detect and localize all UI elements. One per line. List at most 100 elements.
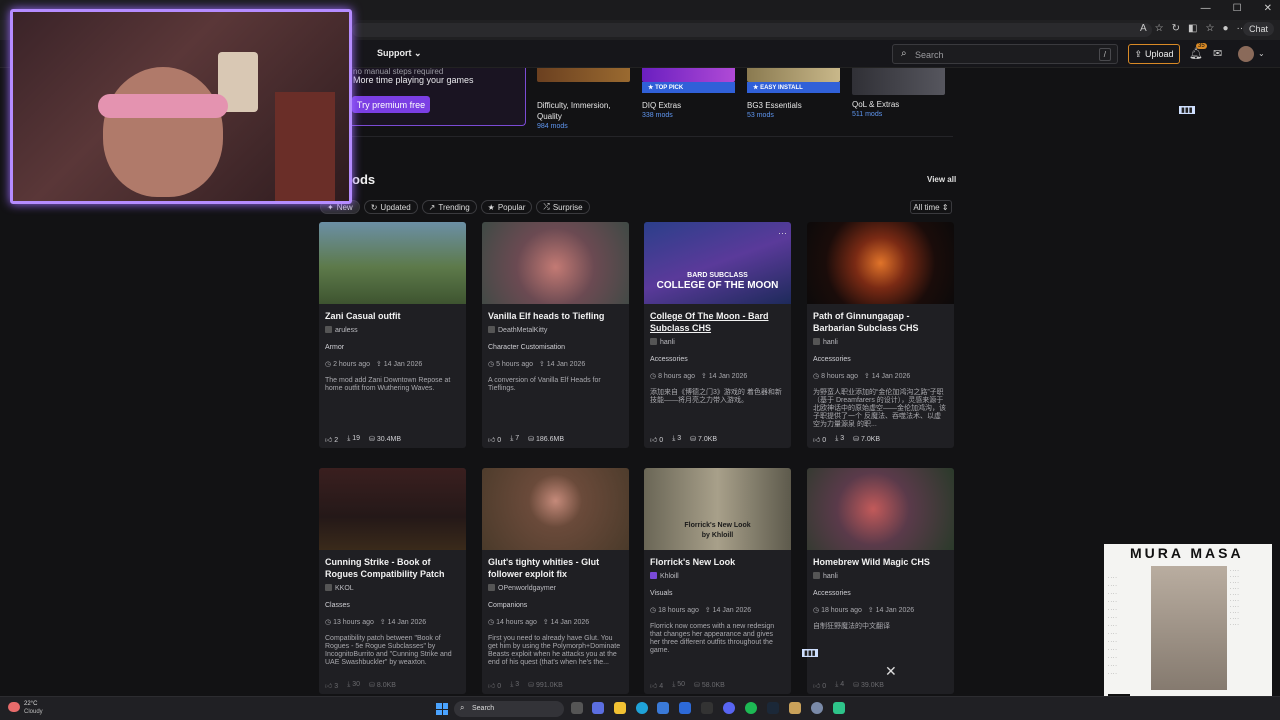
refresh-icon[interactable]: ↻ <box>1172 23 1180 34</box>
store-app-icon[interactable] <box>657 702 669 714</box>
mod-thumbnail[interactable] <box>482 222 629 304</box>
chevron-down-icon[interactable]: ⌄ <box>1258 49 1265 58</box>
mod-card[interactable]: Path of Ginnungagap - Barbarian Subclass… <box>807 222 954 448</box>
mod-card[interactable]: Vanilla Elf heads to Tiefling DeathMetal… <box>482 222 629 448</box>
mod-card[interactable]: BARD SUBCLASS COLLEGE OF THE MOON ··· Co… <box>644 222 791 448</box>
avatar[interactable] <box>1238 46 1254 62</box>
task-view-icon[interactable] <box>571 702 583 714</box>
mod-card[interactable]: Cunning Strike - Book of Rogues Compatib… <box>319 468 466 694</box>
file-size-icon: ⛁ <box>853 682 860 689</box>
mod-thumbnail[interactable] <box>807 468 954 550</box>
favorites-icon[interactable]: ☆ <box>1205 23 1214 34</box>
mod-title[interactable]: College Of The Moon - Bard Subclass CHS <box>650 310 786 334</box>
download-icon: ⤓ <box>672 435 676 442</box>
time-range-select[interactable]: All time ⇕ <box>910 200 952 214</box>
filter-pills: ✦ New ↻ Updated ↗ Trending ★ Popular ⤮ Surpri… <box>320 200 590 214</box>
filter-popular[interactable]: ★ Popular <box>480 200 533 214</box>
favorite-star-icon[interactable]: ☆ <box>1155 23 1164 34</box>
trending-icon: ↗ <box>428 202 436 212</box>
user-icon <box>650 572 657 579</box>
nav-support[interactable]: Support ⌄ <box>377 48 422 59</box>
upload-button[interactable]: ⇪ Upload <box>1128 44 1180 64</box>
ad-marker: ▮▮▮ <box>802 649 818 657</box>
more-options-icon[interactable]: ··· <box>778 228 787 238</box>
mod-category: Character Customisation <box>488 344 566 351</box>
mod-meta: ◷ 5 hours ago ⇪ 14 Jan 2026 <box>488 361 586 368</box>
mod-author[interactable]: OPenworldgaymer <box>488 584 556 592</box>
search-icon: ⌕ <box>901 48 907 59</box>
mod-author[interactable]: KKOL <box>325 584 354 592</box>
copilot-chat-button[interactable]: Chat <box>1242 22 1274 36</box>
mod-card[interactable]: Zani Casual outfit aruless Armor ◷ 2 hou… <box>319 222 466 448</box>
copilot-app-icon[interactable] <box>592 702 604 714</box>
mod-author[interactable]: Khloill <box>650 572 679 580</box>
collection-card[interactable]: QoL & Extras 511 mods <box>852 68 945 118</box>
mod-title[interactable]: Zani Casual outfit <box>325 310 461 322</box>
mod-author[interactable]: hanli <box>813 572 838 580</box>
minimize-icon[interactable]: — <box>1201 3 1211 14</box>
webcam-headband <box>98 94 228 118</box>
notification-count: 35 <box>1196 43 1207 49</box>
mod-card[interactable]: Glut's tighty whities - Glut follower ex… <box>482 468 629 694</box>
user-icon <box>325 584 332 591</box>
windows-start-icon[interactable] <box>436 703 448 715</box>
close-window-icon[interactable]: ✕ <box>1264 3 1272 14</box>
filter-updated[interactable]: ↻ Updated <box>363 200 418 214</box>
mod-thumbnail[interactable] <box>482 468 629 550</box>
mod-meta: ◷ 14 hours ago ⇪ 14 Jan 2026 <box>488 619 590 626</box>
search-placeholder: Search <box>915 50 944 60</box>
app-icon[interactable] <box>701 702 713 714</box>
settings-app-icon[interactable] <box>811 702 823 714</box>
mod-author[interactable]: hanli <box>813 338 838 346</box>
app-icon[interactable] <box>833 702 845 714</box>
maximize-icon[interactable]: ☐ <box>1233 3 1242 14</box>
collection-title: BG3 Essentials <box>747 101 802 110</box>
game-launcher-icon[interactable] <box>789 702 801 714</box>
collection-card[interactable]: ★ TOP PICK DIQ Extras 338 mods <box>642 68 735 119</box>
mod-title[interactable]: Vanilla Elf heads to Tiefling <box>488 310 624 322</box>
mod-author[interactable]: DeathMetalKitty <box>488 326 547 334</box>
album-text-right: · · · · · · · · · · · · · · · · · · · · · · ·… <box>1230 568 1239 627</box>
view-all-link[interactable]: View all <box>927 175 956 184</box>
close-icon[interactable]: ✕ <box>885 663 897 680</box>
mod-author[interactable]: aruless <box>325 326 358 334</box>
collection-card[interactable]: ★ EASY INSTALL BG3 Essentials 53 mods <box>747 68 840 119</box>
mod-description: 添加来自《博德之门3》游戏的 着色器和新技能——将月亮之力带入游戏。 <box>650 389 782 404</box>
mod-thumbnail[interactable] <box>644 222 791 304</box>
mod-author[interactable]: hanli <box>650 338 675 346</box>
mod-title[interactable]: Florrick's New Look <box>650 556 786 568</box>
mod-title[interactable]: Homebrew Wild Magic CHS <box>813 556 949 568</box>
mod-title[interactable]: Glut's tighty whities - Glut follower ex… <box>488 556 624 580</box>
filter-surprise[interactable]: ⤮ Surprise <box>536 200 590 214</box>
read-aloud-icon[interactable]: A <box>1140 23 1147 34</box>
steam-icon[interactable] <box>767 702 779 714</box>
mod-title[interactable]: Path of Ginnungagap - Barbarian Subclass… <box>813 310 949 334</box>
mail-app-icon[interactable] <box>679 702 691 714</box>
profile-icon[interactable]: ● <box>1222 23 1228 34</box>
mod-description: The mod add Zani Downtown Repose at home… <box>325 377 451 392</box>
premium-line2: More time playing your games <box>353 75 474 85</box>
clock-icon: ◷ <box>650 607 657 614</box>
file-size-icon: ⛁ <box>369 682 375 689</box>
mod-title[interactable]: Cunning Strike - Book of Rogues Compatib… <box>325 556 461 580</box>
spotify-icon[interactable] <box>745 702 757 714</box>
mod-meta: ◷ 13 hours ago ⇪ 14 Jan 2026 <box>325 619 427 626</box>
mod-description: First you need to already have Glut. You… <box>488 635 621 666</box>
collection-card[interactable]: Difficulty, Immersion, Quality 984 mods <box>537 68 630 130</box>
discord-icon[interactable] <box>723 702 735 714</box>
search-input[interactable]: ⌕ Search / <box>892 44 1118 64</box>
taskbar-search[interactable]: ⌕ Search <box>454 701 564 717</box>
thumbs-up-icon: 👍︎ <box>325 683 333 690</box>
url-field[interactable] <box>352 23 1152 37</box>
edge-browser-icon[interactable] <box>636 702 648 714</box>
filter-trending[interactable]: ↗ Trending <box>421 200 477 214</box>
mod-thumbnail[interactable] <box>319 468 466 550</box>
mod-card[interactable]: Florrick's New Look by Khloill Florrick'… <box>644 468 791 694</box>
file-explorer-icon[interactable] <box>614 702 626 714</box>
mod-thumbnail[interactable] <box>319 222 466 304</box>
try-premium-button[interactable]: Try premium free <box>352 96 430 113</box>
mod-card[interactable]: Homebrew Wild Magic CHS hanli Accessorie… <box>807 468 954 694</box>
mod-thumbnail[interactable] <box>807 222 954 304</box>
mail-icon[interactable]: ✉ <box>1213 47 1222 60</box>
extensions-icon[interactable]: ◧ <box>1188 23 1197 34</box>
